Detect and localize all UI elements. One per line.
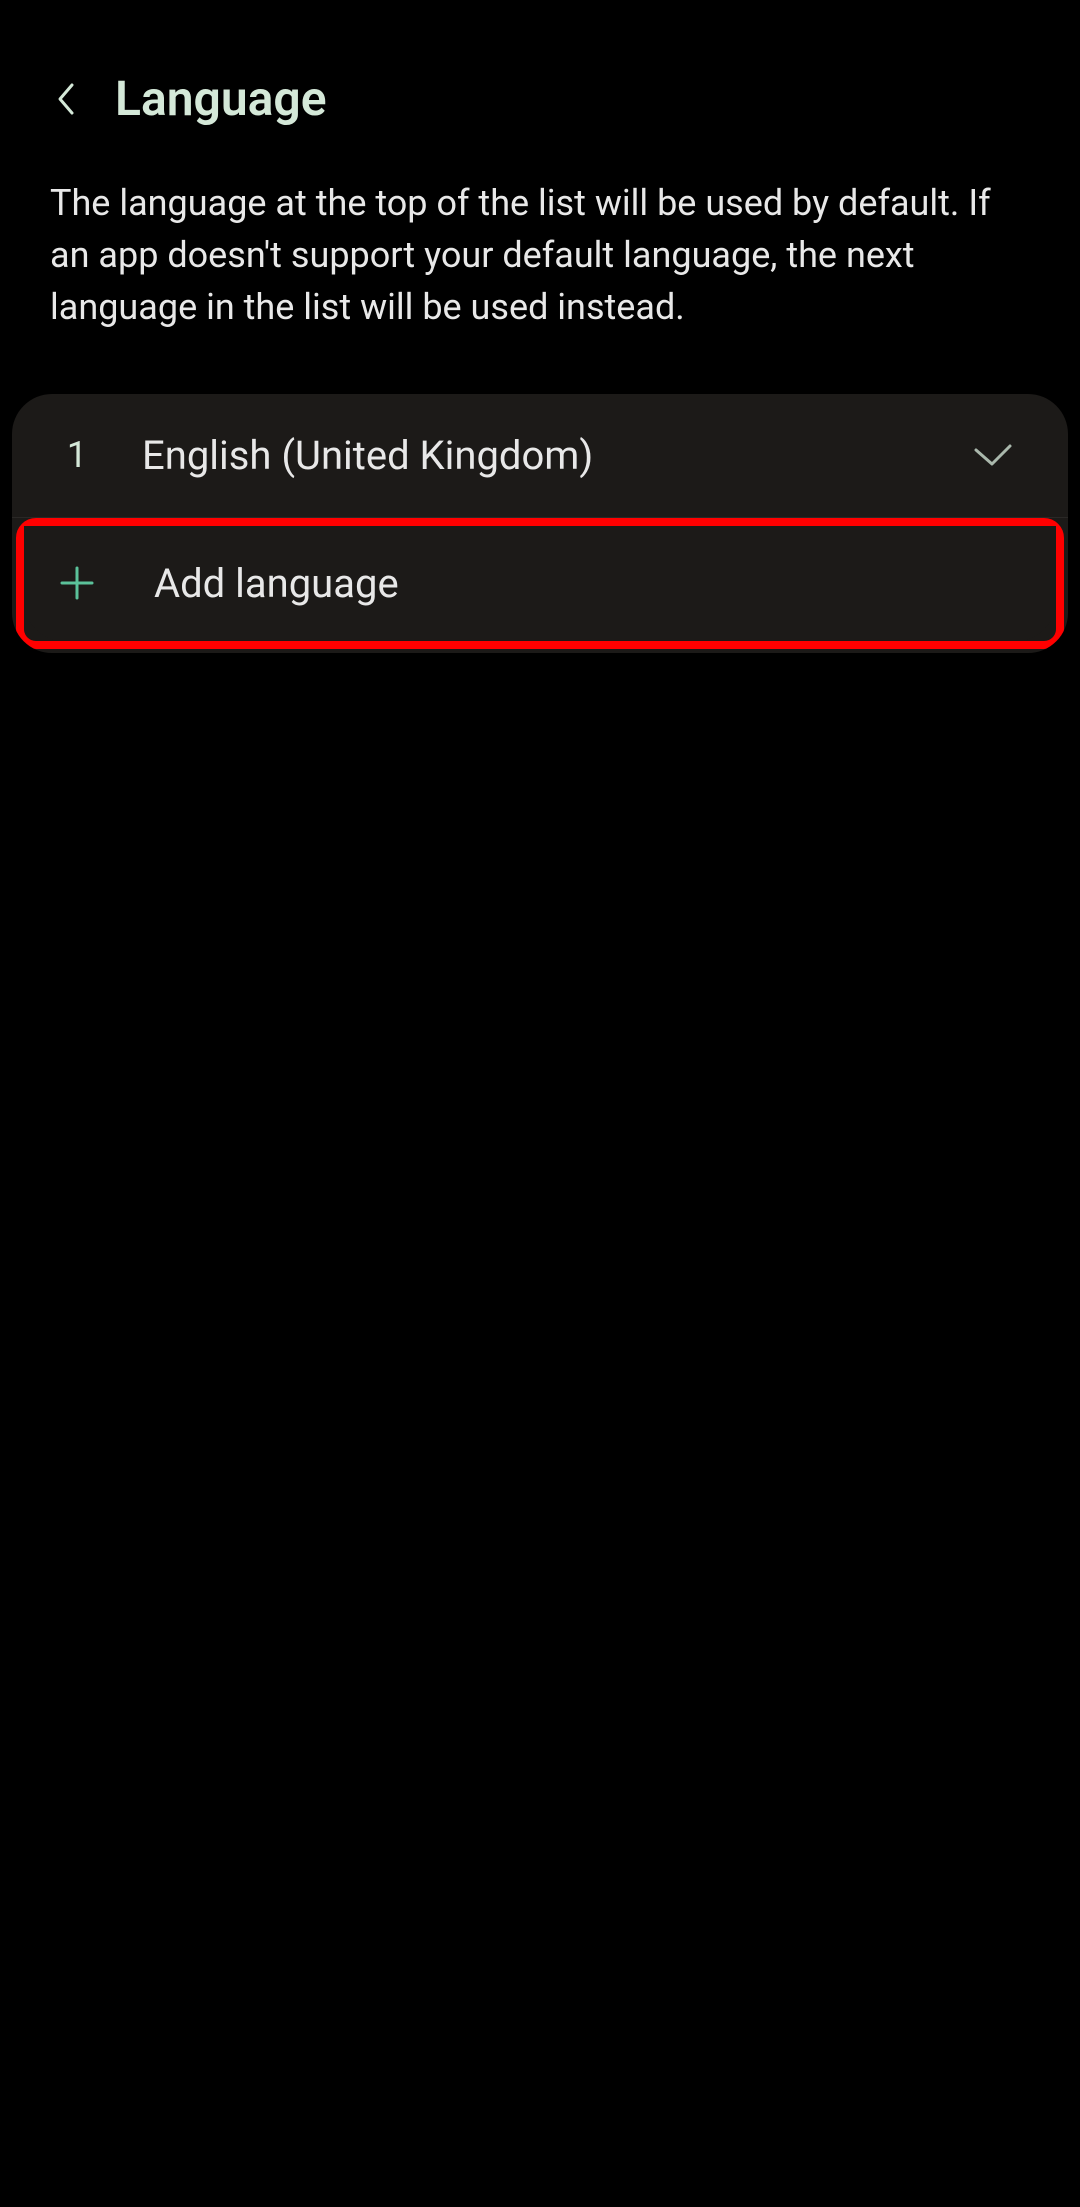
language-row[interactable]: 1 English (United Kingdom) <box>12 394 1068 518</box>
language-index: 1 <box>62 434 92 476</box>
language-name: English (United Kingdom) <box>142 432 968 479</box>
language-list: 1 English (United Kingdom) Add language <box>12 394 1068 653</box>
check-icon <box>968 440 1018 470</box>
header: Language <box>0 0 1080 157</box>
add-language-label: Add language <box>154 560 399 607</box>
add-language-highlight: Add language <box>16 518 1064 649</box>
page-title: Language <box>115 70 327 127</box>
add-language-button[interactable]: Add language <box>24 526 1056 641</box>
back-icon[interactable] <box>50 79 80 119</box>
plus-icon <box>58 564 96 602</box>
description-text: The language at the top of the list will… <box>0 157 1080 374</box>
